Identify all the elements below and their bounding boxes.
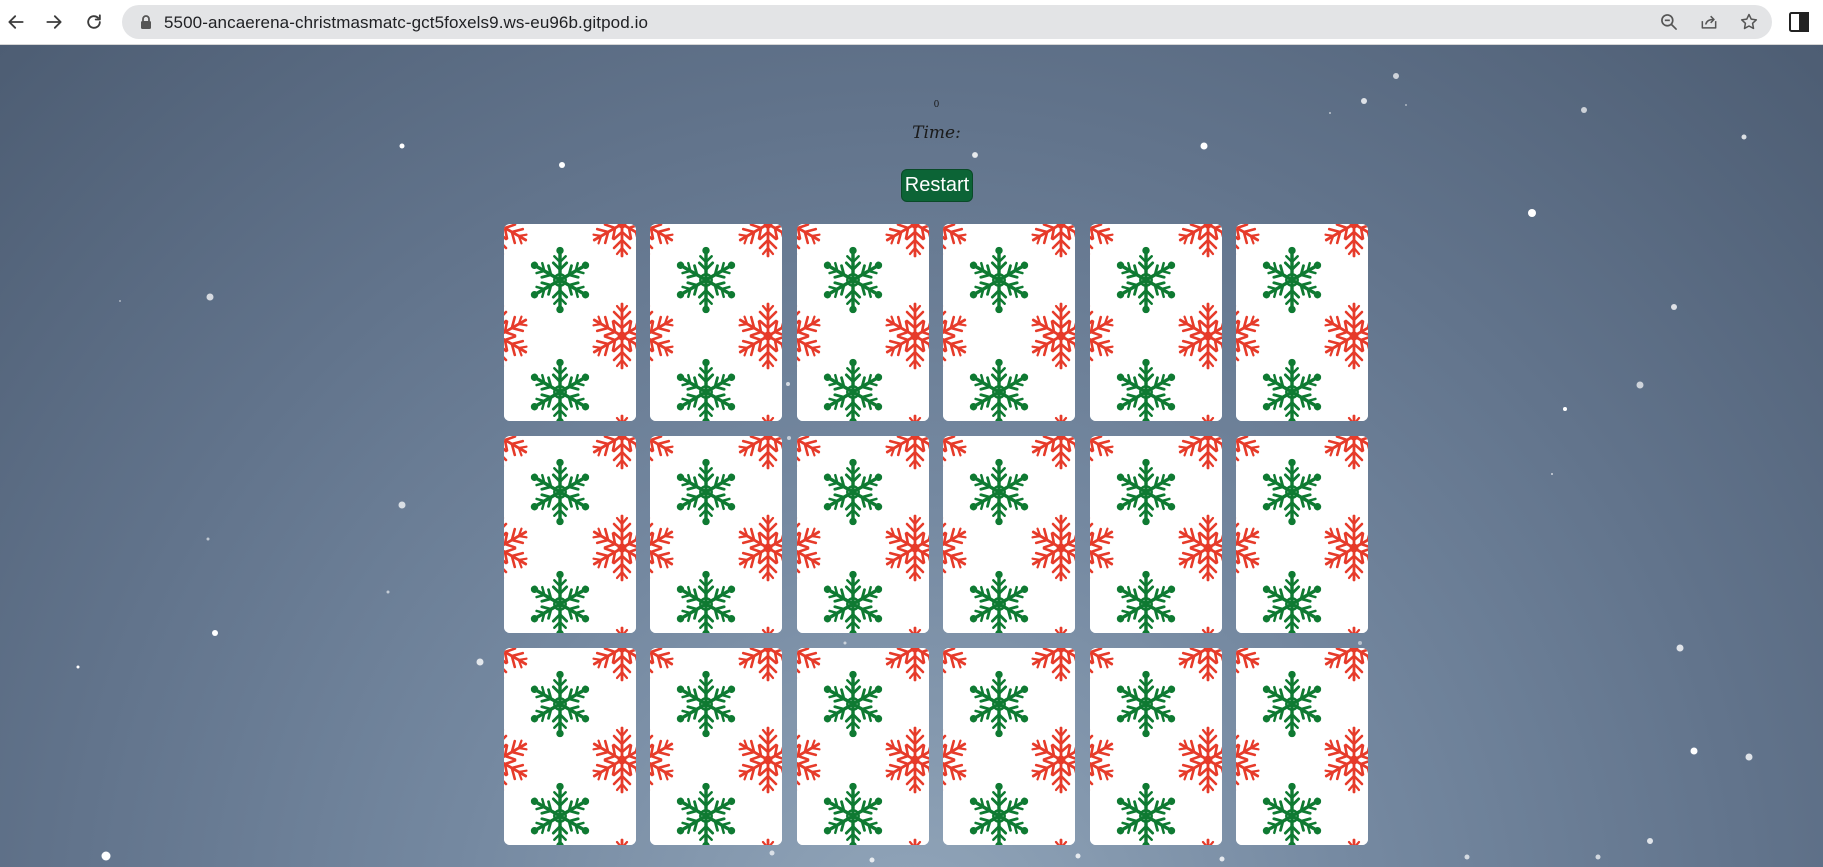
moves-counter: 0 [933,100,940,110]
memory-card[interactable] [943,224,1076,421]
forward-arrow-icon[interactable] [40,8,68,36]
card-grid [504,224,1368,845]
memory-card[interactable] [943,648,1076,845]
snowflake-card-back-icon [504,436,636,633]
snowflake-card-back-icon [650,436,783,633]
snowflake-card-back-icon [1235,436,1368,633]
memory-card[interactable] [650,436,783,633]
snowflake-card-back-icon [504,648,636,845]
snowflake-card-back-icon [650,648,783,845]
memory-card[interactable] [1089,436,1222,633]
zoom-out-icon[interactable] [1659,12,1679,32]
snowflake-card-back-icon [1089,224,1222,421]
memory-card[interactable] [504,436,636,633]
side-panel-icon[interactable] [1787,10,1811,34]
share-icon[interactable] [1699,12,1719,32]
memory-card[interactable] [504,648,636,845]
lock-icon [138,14,154,30]
snowflake-card-back-icon [943,436,1076,633]
url-text[interactable]: 5500-ancaerena-christmasmatc-gct5foxels9… [164,13,648,33]
snowflake-card-back-icon [1089,436,1222,633]
memory-card[interactable] [1089,648,1222,845]
address-bar[interactable]: 5500-ancaerena-christmasmatc-gct5foxels9… [122,5,1772,39]
bookmark-star-icon[interactable] [1739,12,1759,32]
snowflake-card-back-icon [1235,648,1368,845]
memory-card[interactable] [650,648,783,845]
time-label: Time: [912,123,961,143]
memory-card[interactable] [1235,648,1368,845]
snowflake-card-back-icon [796,436,929,633]
snowflake-card-back-icon [504,224,636,421]
snowflake-card-back-icon [796,224,929,421]
memory-card[interactable] [1089,224,1222,421]
memory-card[interactable] [796,648,929,845]
snowflake-card-back-icon [943,224,1076,421]
restart-button[interactable]: Restart [901,169,973,202]
memory-card[interactable] [504,224,636,421]
memory-card[interactable] [943,436,1076,633]
memory-card[interactable] [650,224,783,421]
snowflake-card-back-icon [943,648,1076,845]
reload-icon[interactable] [80,8,108,36]
snowflake-card-back-icon [1235,224,1368,421]
memory-card[interactable] [796,436,929,633]
browser-toolbar: 5500-ancaerena-christmasmatc-gct5foxels9… [0,0,1823,45]
game-page: 0 Time: Restart [0,45,1823,867]
snowflake-card-back-icon [1089,648,1222,845]
memory-card[interactable] [1235,224,1368,421]
memory-card[interactable] [796,224,929,421]
back-arrow-icon[interactable] [2,8,30,36]
snowflake-card-back-icon [650,224,783,421]
memory-card[interactable] [1235,436,1368,633]
snowflake-card-back-icon [796,648,929,845]
